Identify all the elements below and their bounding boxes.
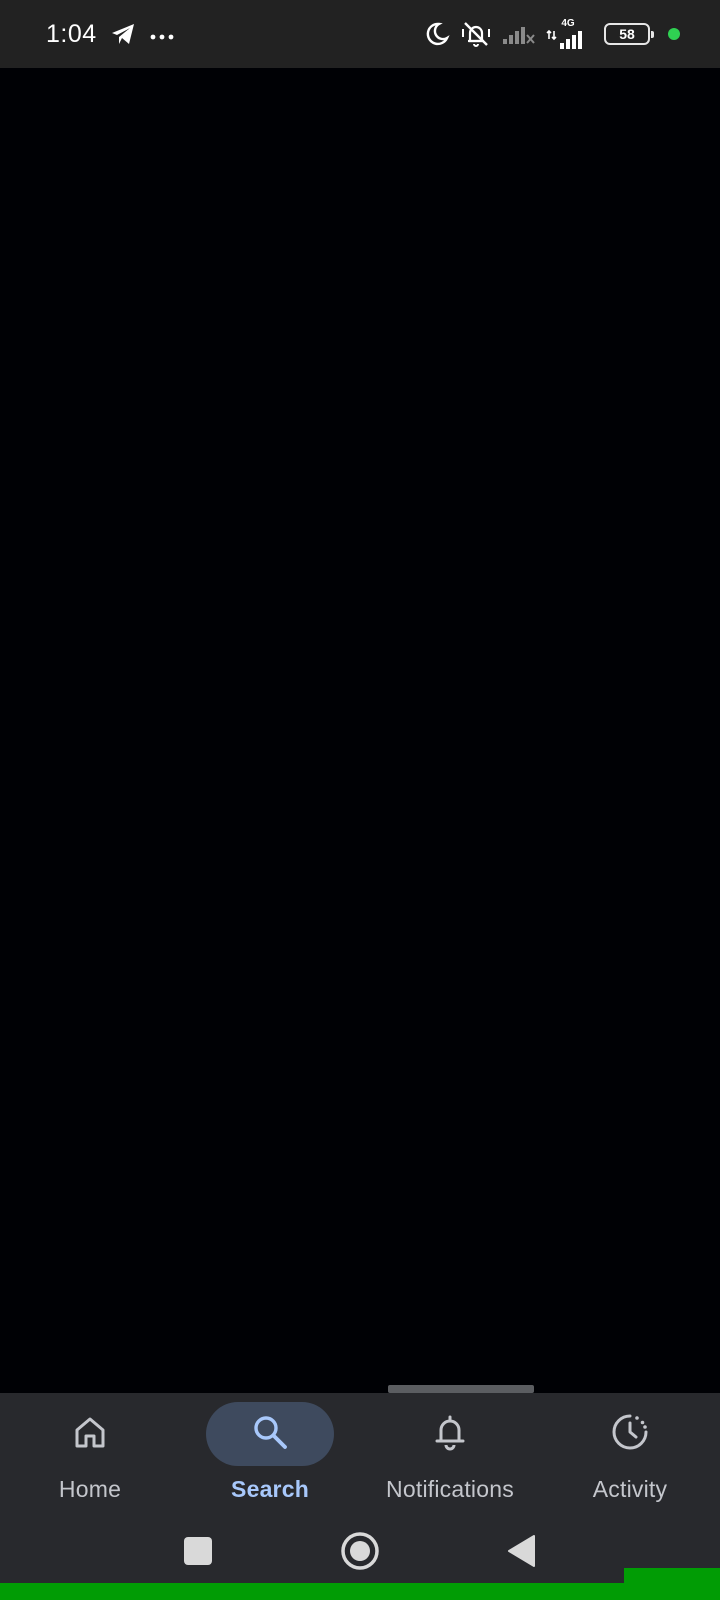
bell-icon [432,1413,468,1456]
nav-notifications-pill [386,1402,514,1466]
signal-no-service-icon [502,23,536,45]
search-icon [251,1413,289,1456]
privacy-indicator-dot [668,28,680,40]
status-left-icons [110,22,174,51]
network-type-label: 4G [561,18,575,29]
nav-label-notifications: Notifications [386,1476,514,1502]
activity-clock-icon [610,1412,650,1457]
green-strip-notch [624,1568,720,1583]
home-circle-icon [340,1531,380,1576]
signal-4g-icon: 4G [546,19,590,49]
nav-label-home: Home [58,1476,122,1502]
telegram-icon [110,22,136,51]
drag-handle[interactable] [388,1385,534,1393]
back-triangle-icon [506,1534,538,1573]
battery-level: 58 [619,26,635,42]
status-bar: 1:04 4G 58 [0,0,720,68]
nav-item-notifications[interactable]: Notifications [360,1393,540,1523]
recents-square-icon [183,1536,213,1571]
status-right-icons: 4G 58 [424,18,680,50]
app-screen: 1:04 4G 58 Home Search Notifications Act… [0,0,720,1600]
nav-label-activity: Activity [592,1476,668,1502]
system-navigation-bar [0,1523,720,1583]
more-dots-icon [150,28,174,46]
nav-item-home[interactable]: Home [0,1393,180,1523]
do-not-disturb-moon-icon [424,21,450,47]
vibrate-off-icon [460,20,492,48]
nav-search-pill [206,1402,334,1466]
status-time: 1:04 [46,20,97,48]
system-home-button[interactable] [336,1531,384,1576]
back-button[interactable] [498,1533,546,1573]
green-strip [0,1583,720,1600]
bottom-navigation: Home Search Notifications Activity [0,1393,720,1523]
nav-label-search: Search [231,1476,309,1502]
nav-item-search[interactable]: Search [180,1393,360,1523]
nav-item-activity[interactable]: Activity [540,1393,720,1523]
nav-activity-pill [566,1402,694,1466]
main-content-area[interactable] [0,68,720,1392]
recents-button[interactable] [174,1533,222,1573]
nav-home-pill [26,1402,154,1466]
home-icon [72,1414,108,1455]
battery-icon: 58 [604,23,654,45]
